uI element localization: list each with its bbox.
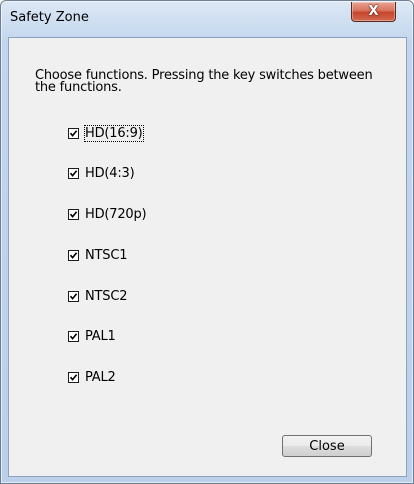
option-label: NTSC1 bbox=[85, 247, 128, 263]
instructions-text: Choose functions. Pressing the key switc… bbox=[35, 68, 373, 95]
window-close-button[interactable]: X bbox=[351, 2, 396, 22]
option-label: PAL1 bbox=[85, 328, 116, 344]
check-icon bbox=[69, 292, 78, 300]
title-bar[interactable]: Safety Zone X bbox=[1, 1, 413, 37]
option-ntsc1[interactable]: NTSC1 bbox=[68, 247, 127, 263]
checkbox[interactable] bbox=[68, 127, 79, 139]
window-title: Safety Zone bbox=[10, 10, 89, 25]
option-hd-720p[interactable]: HD(720p) bbox=[68, 206, 147, 222]
option-label: HD(16:9) bbox=[84, 124, 144, 142]
check-icon bbox=[69, 169, 78, 177]
dialog-window: Safety Zone X Choose functions. Pressing… bbox=[0, 0, 414, 484]
option-pal2[interactable]: PAL2 bbox=[68, 369, 116, 385]
check-icon bbox=[69, 251, 78, 259]
option-label: PAL2 bbox=[85, 369, 116, 385]
option-pal1[interactable]: PAL1 bbox=[68, 328, 116, 344]
option-hd-16-9[interactable]: HD(16:9) bbox=[68, 124, 144, 142]
close-button[interactable]: Close bbox=[282, 435, 372, 457]
checkbox[interactable] bbox=[68, 167, 79, 179]
checkbox[interactable] bbox=[68, 208, 79, 220]
check-icon bbox=[69, 129, 78, 137]
checkbox[interactable] bbox=[68, 371, 79, 383]
check-icon bbox=[69, 210, 78, 218]
option-hd-4-3[interactable]: HD(4:3) bbox=[68, 165, 135, 181]
option-label: HD(4:3) bbox=[85, 165, 135, 181]
checkbox[interactable] bbox=[68, 330, 79, 342]
dialog-client-area: Choose functions. Pressing the key switc… bbox=[8, 37, 407, 477]
checkbox[interactable] bbox=[68, 290, 79, 302]
option-label: HD(720p) bbox=[85, 206, 147, 222]
check-icon bbox=[69, 332, 78, 340]
close-icon: X bbox=[368, 3, 379, 19]
check-icon bbox=[69, 373, 78, 381]
option-ntsc2[interactable]: NTSC2 bbox=[68, 288, 127, 304]
option-label: NTSC2 bbox=[85, 288, 128, 304]
checkbox[interactable] bbox=[68, 249, 79, 261]
